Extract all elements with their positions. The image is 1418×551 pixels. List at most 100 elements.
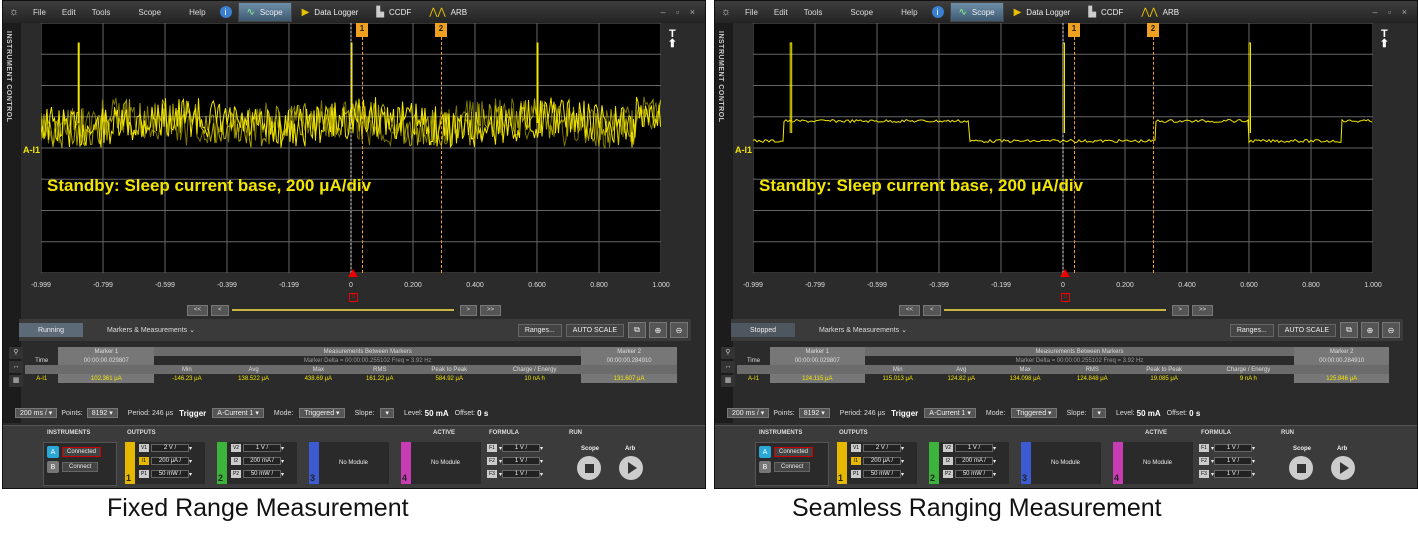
grid-icon[interactable]: ▦ xyxy=(9,375,23,387)
markers-measurements-toggle[interactable]: Markers & Measurements ⌄ xyxy=(819,326,1230,334)
slope-select[interactable]: ▾ xyxy=(1092,408,1106,418)
instrument-a-connect-button[interactable]: Connected xyxy=(774,447,814,457)
mode-select[interactable]: Triggered ▾ xyxy=(1011,408,1057,418)
nav-last-button[interactable]: >> xyxy=(1192,304,1214,316)
tab-scope[interactable]: ∿ Scope xyxy=(949,2,1004,22)
menu-help[interactable]: Help xyxy=(893,8,925,17)
span-icon[interactable]: ↔ xyxy=(721,361,735,373)
tab-scope[interactable]: ∿ Scope xyxy=(237,2,292,22)
marker-1-handle[interactable]: 1 xyxy=(356,23,368,37)
v1-scale[interactable]: 2 V / xyxy=(151,444,189,452)
menu-edit[interactable]: Edit xyxy=(54,8,84,17)
nav-last-button[interactable]: >> xyxy=(480,304,502,316)
probe-icon[interactable]: ⚲ xyxy=(9,347,23,359)
ranges-button[interactable]: Ranges... xyxy=(517,323,562,337)
menu-file[interactable]: File xyxy=(737,8,766,17)
info-icon[interactable]: i xyxy=(219,6,232,18)
ranges-button[interactable]: Ranges... xyxy=(1229,323,1274,337)
autoscale-button[interactable]: AUTO SCALE xyxy=(1277,323,1336,337)
arb-play-button[interactable] xyxy=(619,456,643,480)
zero-time-marker[interactable]: 0 xyxy=(349,293,358,302)
probe-icon[interactable]: ⚲ xyxy=(721,347,735,359)
v2-scale[interactable]: 1 V / xyxy=(955,444,993,452)
trigger-source-select[interactable]: A-Current 1 ▾ xyxy=(924,408,976,418)
menu-tools[interactable]: Tools xyxy=(84,8,119,17)
scope-plot[interactable] xyxy=(41,23,661,273)
zoom-box-icon[interactable]: ⧉ xyxy=(628,322,646,338)
trigger-time-indicator[interactable]: T ⬆ xyxy=(1380,29,1389,50)
zoom-in-icon[interactable]: ⊕ xyxy=(1361,322,1379,338)
level-value[interactable]: 50 mA xyxy=(425,409,449,418)
level-value[interactable]: 50 mA xyxy=(1137,409,1161,418)
i1-scale[interactable]: 200 μA / xyxy=(863,457,901,465)
v2-scale[interactable]: 1 V / xyxy=(243,444,281,452)
nav-next-button[interactable]: > xyxy=(1171,304,1190,316)
nav-first-button[interactable]: << xyxy=(899,304,921,316)
p1-scale[interactable]: 50 mW / xyxy=(863,470,901,478)
scope-plot[interactable] xyxy=(753,23,1373,273)
f3-scale[interactable]: 1 V / xyxy=(1214,470,1253,478)
i2-scale[interactable]: 200 mA / xyxy=(955,457,993,465)
grid-icon[interactable]: ▦ xyxy=(721,375,735,387)
markers-measurements-toggle[interactable]: Markers & Measurements ⌄ xyxy=(107,326,518,334)
f2-scale[interactable]: 1 V / xyxy=(1214,457,1253,465)
trigger-point-icon[interactable] xyxy=(1060,269,1070,277)
trigger-point-icon[interactable] xyxy=(348,269,358,277)
timebase-select[interactable]: 200 ms / ▾ xyxy=(727,408,770,418)
span-icon[interactable]: ↔ xyxy=(9,361,23,373)
nav-first-button[interactable]: << xyxy=(187,304,209,316)
tab-arb[interactable]: ⋀⋀ ARB xyxy=(421,3,475,21)
scope-stop-button[interactable] xyxy=(577,456,601,480)
zoom-in-icon[interactable]: ⊕ xyxy=(649,322,667,338)
zoom-box-icon[interactable]: ⧉ xyxy=(1340,322,1358,338)
brightness-icon[interactable]: ☼ xyxy=(715,6,737,18)
menu-scope[interactable]: Scope xyxy=(130,8,169,17)
arb-play-button[interactable] xyxy=(1331,456,1355,480)
f3-scale[interactable]: 1 V / xyxy=(502,470,541,478)
window-controls[interactable]: – ▫ × xyxy=(661,7,699,17)
instrument-b-connect-button[interactable]: Connect xyxy=(62,462,99,472)
info-icon[interactable]: i xyxy=(931,6,944,18)
marker-2-handle[interactable]: 2 xyxy=(1147,23,1159,37)
window-controls[interactable]: – ▫ × xyxy=(1373,7,1411,17)
offset-value[interactable]: 0 s xyxy=(477,409,488,418)
menu-file[interactable]: File xyxy=(25,8,54,17)
tab-data-logger[interactable]: ▶ Data Logger xyxy=(1006,3,1079,21)
tab-ccdf[interactable]: ▙ CCDF xyxy=(368,3,419,21)
mode-select[interactable]: Triggered ▾ xyxy=(299,408,345,418)
menu-help[interactable]: Help xyxy=(181,8,213,17)
tab-arb[interactable]: ⋀⋀ ARB xyxy=(1133,3,1187,21)
nav-prev-button[interactable]: < xyxy=(923,304,941,316)
trigger-time-indicator[interactable]: T ⬆ xyxy=(668,29,677,50)
nav-prev-button[interactable]: < xyxy=(211,304,229,316)
points-select[interactable]: 8192 ▾ xyxy=(798,408,830,418)
timeline-track[interactable] xyxy=(231,309,454,311)
f1-scale[interactable]: 1 V / xyxy=(1214,444,1253,452)
points-select[interactable]: 8192 ▾ xyxy=(86,408,118,418)
zoom-out-icon[interactable]: ⊖ xyxy=(670,322,688,338)
tab-data-logger[interactable]: ▶ Data Logger xyxy=(294,3,367,21)
tab-ccdf[interactable]: ▙ CCDF xyxy=(1080,3,1131,21)
menu-tools[interactable]: Tools xyxy=(796,8,831,17)
nav-next-button[interactable]: > xyxy=(459,304,478,316)
p1-scale[interactable]: 50 mW / xyxy=(151,470,189,478)
slope-select[interactable]: ▾ xyxy=(380,408,394,418)
instrument-b-connect-button[interactable]: Connect xyxy=(774,462,811,472)
timebase-select[interactable]: 200 ms / ▾ xyxy=(15,408,58,418)
p2-scale[interactable]: 50 mW / xyxy=(243,470,281,478)
i2-scale[interactable]: 200 mA / xyxy=(243,457,281,465)
instrument-a-connect-button[interactable]: Connected xyxy=(62,447,102,457)
offset-value[interactable]: 0 s xyxy=(1189,409,1200,418)
f1-scale[interactable]: 1 V / xyxy=(502,444,541,452)
autoscale-button[interactable]: AUTO SCALE xyxy=(565,323,624,337)
scope-stop-button[interactable] xyxy=(1289,456,1313,480)
brightness-icon[interactable]: ☼ xyxy=(3,6,25,18)
zoom-out-icon[interactable]: ⊖ xyxy=(1382,322,1400,338)
menu-scope[interactable]: Scope xyxy=(842,8,881,17)
f2-scale[interactable]: 1 V / xyxy=(502,457,541,465)
v1-scale[interactable]: 2 V / xyxy=(863,444,901,452)
p2-scale[interactable]: 50 mW / xyxy=(955,470,993,478)
marker-2-handle[interactable]: 2 xyxy=(435,23,447,37)
marker-1-handle[interactable]: 1 xyxy=(1068,23,1080,37)
i1-scale[interactable]: 200 μA / xyxy=(151,457,189,465)
